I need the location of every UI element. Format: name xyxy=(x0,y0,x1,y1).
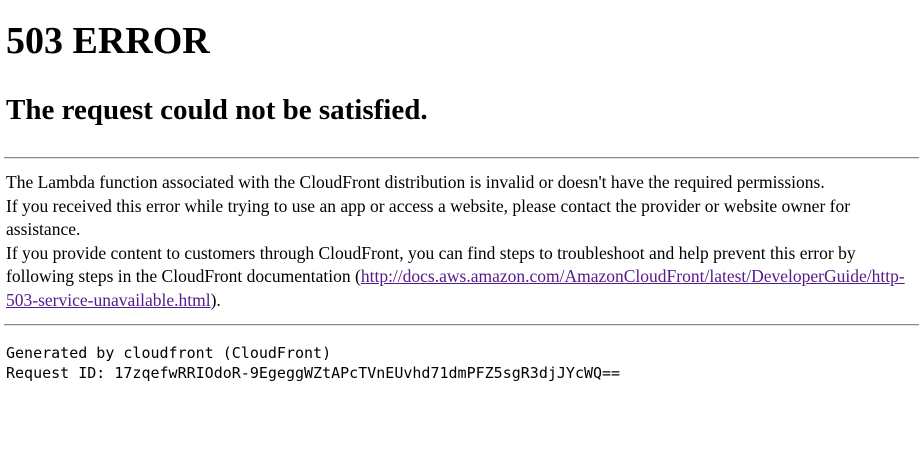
generated-by-text: Generated by cloudfront (CloudFront) xyxy=(6,344,332,362)
contact-provider-message: If you received this error while trying … xyxy=(6,195,851,240)
error-subtitle-heading: The request could not be satisfied. xyxy=(6,94,428,126)
error-page: 503 ERROR The request could not be satis… xyxy=(0,0,922,383)
request-id-text: Request ID: 17zqefwRRIOdoR-9EgeggWZtAPcT… xyxy=(6,364,621,382)
error-code-heading: 503 ERROR xyxy=(6,20,210,62)
troubleshoot-message: If you provide content to customers thro… xyxy=(6,242,916,313)
error-message-body: The Lambda function associated with the … xyxy=(6,159,916,317)
generated-footer: Generated by cloudfront (CloudFront) Req… xyxy=(6,326,916,383)
lambda-invalid-message: The Lambda function associated with the … xyxy=(6,172,825,192)
link-close: ). xyxy=(210,289,221,310)
